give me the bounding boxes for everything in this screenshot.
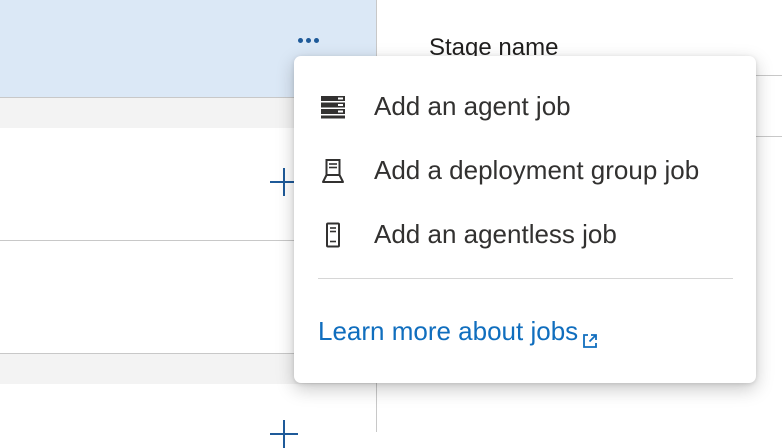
job-row[interactable]	[0, 384, 377, 448]
more-options-button[interactable]	[288, 28, 328, 52]
agent-job-server-icon	[320, 94, 346, 120]
menu-item-label: Add an agent job	[374, 90, 571, 121]
menu-item-label: Add a deployment group job	[374, 154, 700, 185]
menu-item-label: Add an agentless job	[374, 218, 617, 249]
deployment-group-icon	[320, 158, 346, 184]
learn-more-link[interactable]: Learn more about jobs	[318, 316, 598, 348]
agentless-job-icon	[320, 222, 346, 248]
stage-name-field[interactable]	[752, 75, 782, 137]
menu-item-add-agentless-job[interactable]: Add an agentless job	[294, 204, 756, 264]
menu-separator	[318, 278, 733, 279]
learn-more-label: Learn more about jobs	[318, 316, 579, 346]
menu-item-add-agent-job[interactable]: Add an agent job	[294, 76, 756, 136]
ellipsis-icon	[297, 37, 319, 43]
external-link-icon	[582, 325, 598, 348]
menu-item-add-deployment-group-job[interactable]: Add a deployment group job	[294, 140, 756, 200]
add-job-menu: Add an agent job Add a deployment group …	[294, 56, 756, 383]
add-job-plus-icon[interactable]	[270, 420, 298, 448]
